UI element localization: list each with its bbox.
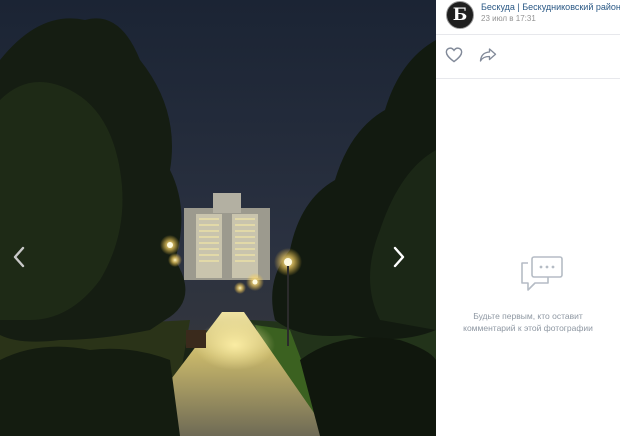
post-date[interactable]: 23 июл в 17:31: [481, 14, 536, 23]
like-button[interactable]: [445, 47, 465, 65]
empty-comments-text: Будьте первым, кто оставит комментарий к…: [436, 310, 620, 334]
next-photo-button[interactable]: [392, 246, 424, 282]
speech-bubble-icon: [520, 255, 564, 300]
avatar-letter: Б: [452, 4, 468, 25]
photo-viewer: Б Бескуда | Бескудниковский район 23 июл…: [0, 0, 620, 436]
share-button[interactable]: [479, 47, 499, 65]
empty-comments-line-1: Будьте первым, кто оставит: [473, 311, 583, 321]
empty-comments-line-2: комментарий к этой фотографии: [463, 323, 593, 333]
share-arrow-icon: [479, 48, 497, 62]
heart-icon: [445, 47, 463, 63]
night-park-photo: [0, 0, 436, 436]
prev-photo-button[interactable]: [12, 246, 44, 282]
post-header: Б Бескуда | Бескудниковский район 23 июл…: [436, 0, 620, 35]
chevron-right-icon: [393, 246, 405, 268]
photo-sidebar: Б Бескуда | Бескудниковский район 23 июл…: [436, 0, 620, 436]
photo-actions: [436, 35, 620, 79]
photo[interactable]: [0, 0, 436, 436]
author-link[interactable]: Бескуда | Бескудниковский район: [481, 2, 620, 12]
avatar[interactable]: Б: [446, 1, 474, 29]
chevron-left-icon: [13, 246, 25, 268]
